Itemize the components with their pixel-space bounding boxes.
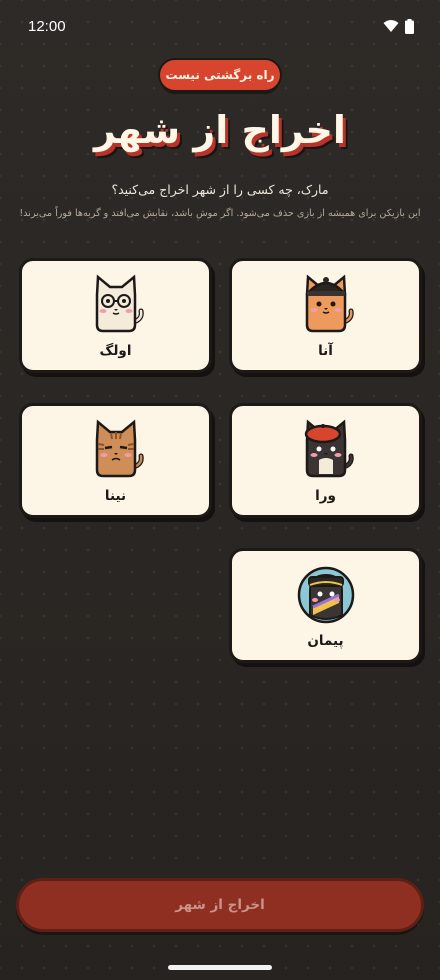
status-time: 12:00 bbox=[28, 17, 66, 35]
page-title: اخراج از شهر bbox=[94, 108, 346, 152]
player-card-peyman[interactable]: پیمان bbox=[229, 548, 422, 663]
player-name: ورا bbox=[315, 488, 336, 504]
cat-black-red-beret-icon bbox=[304, 419, 354, 478]
player-name: پیمان bbox=[307, 633, 344, 649]
no-return-banner: راه برگشتی نیست bbox=[160, 60, 280, 90]
battery-icon bbox=[405, 18, 414, 34]
player-name: اولگ bbox=[99, 343, 132, 359]
cat-white-glasses-icon bbox=[95, 274, 144, 333]
cat-tabby-icon bbox=[95, 419, 144, 478]
wifi-icon bbox=[383, 20, 399, 32]
status-bar: 12:00 bbox=[0, 0, 440, 52]
player-card-anna[interactable]: آنا bbox=[229, 258, 422, 373]
player-card-vera[interactable]: ورا bbox=[229, 403, 422, 518]
home-indicator[interactable] bbox=[168, 965, 272, 970]
player-card-nina[interactable]: نینا bbox=[19, 403, 212, 518]
player-name: آنا bbox=[318, 343, 333, 359]
hint-text: این بازیکن برای همیشه از بازی حذف می‌شود… bbox=[19, 208, 421, 219]
cat-black-beanie-icon bbox=[304, 274, 354, 333]
cat-sailor-hat-icon bbox=[297, 566, 354, 624]
exile-button[interactable]: اخراج از شهر bbox=[16, 878, 424, 932]
status-icons bbox=[383, 18, 414, 34]
player-card-oleg[interactable]: اولگ bbox=[19, 258, 212, 373]
question-text: مارک، چه کسی را از شهر اخراج می‌کنید؟ bbox=[111, 182, 329, 197]
player-name: نینا bbox=[104, 488, 127, 504]
